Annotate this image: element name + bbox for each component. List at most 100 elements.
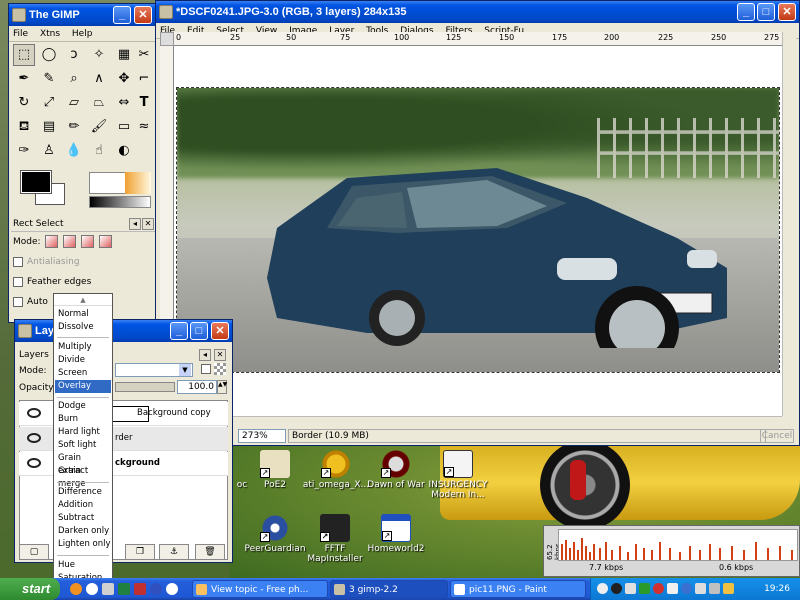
paths-icon[interactable]: ✒ (13, 68, 35, 90)
eye-icon[interactable] (27, 458, 41, 468)
blend-mode-option[interactable]: Subtract (55, 512, 111, 525)
crop-icon[interactable]: ⌐ (133, 68, 155, 90)
close-icon[interactable]: ✕ (211, 322, 229, 340)
start-button[interactable]: start (0, 578, 60, 600)
firefox-icon[interactable] (70, 583, 82, 595)
lasso-icon[interactable]: ↄ (63, 44, 85, 66)
rect-select-icon[interactable]: ⬚ (13, 44, 35, 66)
dodge-burn-icon[interactable]: ◐ (113, 140, 135, 162)
antialiasing-row[interactable]: Antialiasing (11, 252, 155, 272)
close-icon[interactable]: ✕ (134, 6, 152, 24)
close-icon[interactable]: ✕ (214, 349, 226, 361)
pattern-preview[interactable] (125, 172, 151, 194)
tray-icon[interactable] (597, 583, 608, 594)
clock[interactable]: 19:26 (764, 578, 790, 600)
image-window-titlebar[interactable]: *DSCF0241.JPG-3.0 (RGB, 3 layers) 284x13… (156, 1, 799, 23)
quicklaunch-icon[interactable] (86, 583, 98, 595)
maximize-icon[interactable]: □ (757, 3, 775, 21)
tray-icon[interactable] (639, 583, 650, 594)
scale-icon[interactable]: ⤢ (38, 92, 60, 114)
move-icon[interactable]: ✥ (113, 68, 135, 90)
flip-icon[interactable]: ⇔ (113, 92, 135, 114)
new-layer-icon[interactable]: ▢ (19, 544, 49, 560)
clone-icon[interactable]: ♙ (38, 140, 60, 162)
quicklaunch-icon[interactable] (134, 583, 146, 595)
paintbrush-icon[interactable]: 🖌 (88, 116, 110, 138)
bucket-fill-icon[interactable]: ⛾ (13, 116, 35, 138)
maximize-icon[interactable]: □ (190, 322, 208, 340)
blend-icon[interactable]: ▤ (38, 116, 60, 138)
blend-mode-option[interactable]: Difference (55, 486, 111, 499)
duplicate-layer-icon[interactable]: ❐ (125, 544, 155, 560)
blend-mode-option[interactable]: Hard light (55, 426, 111, 439)
delete-layer-icon[interactable]: 🗑 (195, 544, 225, 560)
layers-titlebar[interactable]: Laye _ □ ✕ (15, 320, 232, 342)
gradient-preview[interactable] (89, 196, 151, 208)
horizontal-ruler[interactable]: 0 25 50 75 100 125 150 175 200 225 250 2… (174, 32, 782, 46)
blend-mode-option[interactable]: Dissolve (55, 321, 111, 334)
antialiasing-checkbox[interactable] (13, 256, 23, 267)
ink-icon[interactable]: ✑ (13, 140, 35, 162)
desktop-icon-homeworld2[interactable]: ↗ Homeworld2 (356, 514, 436, 554)
minimize-icon[interactable]: _ (737, 3, 755, 21)
feather-row[interactable]: Feather edges (11, 272, 155, 292)
quicklaunch-icon[interactable] (166, 583, 178, 595)
blur-icon[interactable]: 💧 (63, 140, 85, 162)
tray-icon[interactable] (611, 583, 622, 594)
layer-row[interactable]: ckground (19, 452, 228, 476)
blend-mode-option[interactable]: Dodge (55, 400, 111, 413)
intersect-mode-button[interactable] (99, 235, 113, 248)
opacity-slider[interactable] (115, 382, 175, 392)
blend-mode-option[interactable]: Lighten only (55, 538, 111, 551)
blend-mode-option[interactable]: Addition (55, 499, 111, 512)
quicklaunch-icon[interactable] (150, 583, 162, 595)
tray-icon[interactable] (695, 583, 706, 594)
color-select-icon[interactable]: ▦ (113, 44, 135, 66)
close-icon[interactable]: ✕ (778, 3, 796, 21)
feather-checkbox[interactable] (13, 276, 23, 287)
blend-mode-option[interactable]: Darken only (55, 525, 111, 538)
blend-mode-option[interactable]: Grain merge (55, 465, 111, 489)
minimize-icon[interactable]: _ (113, 6, 131, 24)
menu-xtns[interactable]: Xtns (40, 29, 60, 39)
rotate-icon[interactable]: ↻ (13, 92, 35, 114)
blend-mode-option[interactable]: Screen (55, 367, 111, 380)
spinner-icon[interactable]: ▲▼ (217, 380, 227, 394)
chevron-down-icon[interactable]: ▼ (179, 364, 191, 376)
collapse-icon[interactable]: ◂ (129, 218, 141, 230)
auto-checkbox[interactable] (13, 296, 23, 307)
menu-file[interactable]: File (13, 29, 28, 39)
task-browser[interactable]: View topic - Free ph... (192, 580, 328, 598)
quicklaunch-icon[interactable] (118, 583, 130, 595)
zoom-icon[interactable]: ⌕ (63, 68, 85, 90)
blend-mode-option-selected[interactable]: Overlay (55, 380, 111, 393)
eye-icon[interactable] (27, 408, 41, 418)
layer-row[interactable]: rder (19, 427, 228, 451)
collapse-icon[interactable]: ◂ (199, 349, 211, 361)
blend-mode-option[interactable]: Multiply (55, 341, 111, 354)
opacity-input[interactable]: 100.0 (177, 380, 217, 394)
cancel-button[interactable]: Cancel (760, 429, 794, 443)
blend-mode-option[interactable]: Soft light (55, 439, 111, 452)
ruler-corner-button[interactable] (160, 32, 174, 46)
foreground-color[interactable] (20, 170, 52, 194)
mode-select[interactable]: ▼ (115, 363, 193, 377)
quicklaunch-icon[interactable] (102, 583, 114, 595)
desktop-icon-insurgency[interactable]: ↗ INSURGENCY Modern In... (418, 450, 498, 500)
fuzzy-select-icon[interactable]: ✧ (88, 44, 110, 66)
measure-icon[interactable]: ∧ (88, 68, 110, 90)
scroll-up-icon[interactable]: ▲ (54, 294, 112, 306)
scissors-icon[interactable]: ✂ (133, 44, 155, 66)
airbrush-icon[interactable]: ≈ (133, 116, 155, 138)
horizontal-scrollbar[interactable] (160, 416, 782, 428)
close-icon[interactable]: ✕ (142, 218, 154, 230)
car-photo[interactable] (176, 87, 780, 373)
minimize-icon[interactable]: _ (170, 322, 188, 340)
replace-mode-button[interactable] (45, 235, 59, 248)
shear-icon[interactable]: ▱ (63, 92, 85, 114)
color-picker-icon[interactable]: ✎ (38, 68, 60, 90)
layers-tab[interactable]: Layers (19, 348, 49, 362)
tray-icon[interactable] (625, 583, 636, 594)
blend-mode-option[interactable]: Grain extract (55, 452, 111, 476)
zoom-level[interactable]: 273% (238, 429, 286, 443)
